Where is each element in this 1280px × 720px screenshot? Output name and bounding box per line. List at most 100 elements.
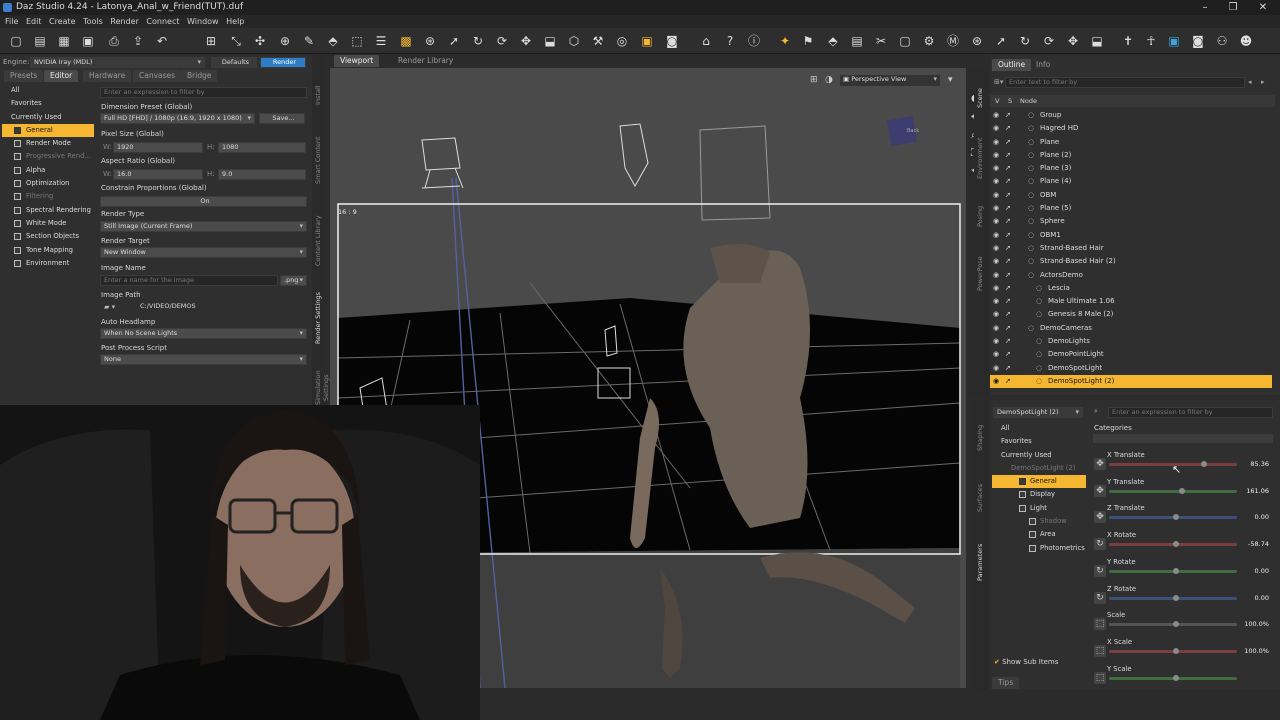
tab-hardware[interactable]: Hardware	[83, 70, 132, 82]
visibility-eye-icon[interactable]: ◉	[993, 348, 999, 361]
home-icon[interactable]: ⌂	[698, 33, 714, 49]
slider-knob[interactable]	[1173, 621, 1179, 628]
aspect-w-field[interactable]: 16.0	[113, 169, 203, 180]
category-environment[interactable]: Environment	[2, 257, 94, 270]
active-pose-icon[interactable]: ✦	[777, 33, 793, 49]
param-value[interactable]: 0.00	[1255, 513, 1269, 521]
category-white-mode[interactable]: White Mode	[2, 217, 94, 230]
tool-d-icon[interactable]: ✂	[873, 33, 889, 49]
param-tree-node[interactable]: DemoSpotLight (2)	[992, 462, 1086, 475]
view-cube-label[interactable]: Back	[907, 128, 919, 134]
side-tab-parameters[interactable]: Parameters	[976, 535, 987, 590]
param-value[interactable]: 0.00	[1255, 594, 1269, 602]
whats-this-icon[interactable]: ?	[722, 33, 738, 49]
visibility-eye-icon[interactable]: ◉	[993, 295, 999, 308]
visibility-eye-icon[interactable]: ◉	[993, 215, 999, 228]
scene-node[interactable]: ◉ ➚ ◌ DemoCameras	[990, 322, 1272, 335]
side-tab-shaping[interactable]: Shaping	[976, 418, 987, 458]
menu-file[interactable]: File	[5, 15, 18, 28]
tool-n-icon[interactable]: ◙	[1190, 33, 1206, 49]
param-filter-input[interactable]: Enter an expression to filter by	[1108, 407, 1273, 418]
tab-render-library[interactable]: Render Library	[392, 55, 459, 67]
side-tab-smart-content[interactable]: Smart Content	[314, 125, 325, 195]
auto-headlamp-select[interactable]: When No Scene Lights	[100, 328, 307, 339]
scale-icon[interactable]: ⬓	[542, 33, 558, 49]
image-name-input[interactable]: Enter a name for the image	[100, 275, 278, 286]
save-as-icon[interactable]: ⎙	[106, 33, 122, 49]
selectable-arrow-icon[interactable]: ➚	[1005, 375, 1011, 388]
tool-l-icon[interactable]: ✥	[1065, 33, 1081, 49]
selectable-arrow-icon[interactable]: ➚	[1005, 335, 1011, 348]
tool-p-icon[interactable]: ☻	[1238, 33, 1254, 49]
category-alpha[interactable]: Alpha	[2, 164, 94, 177]
camera-icon[interactable]: ◙	[664, 33, 680, 49]
selectable-arrow-icon[interactable]: ➚	[1005, 308, 1011, 321]
side-tab-posing[interactable]: Posing	[976, 196, 987, 236]
category-section-objects[interactable]: Section Objects	[2, 230, 94, 243]
selectable-arrow-icon[interactable]: ➚	[1005, 162, 1011, 175]
scene-node[interactable]: ◉ ➚ ◌ DemoSpotLight (2)	[990, 374, 1272, 389]
selectable-arrow-icon[interactable]: ➚	[1005, 362, 1011, 375]
scene-node[interactable]: ◉ ➚ ◌ Strand-Based Hair	[990, 242, 1272, 255]
image-ext-select[interactable]: .png	[280, 275, 307, 286]
tab-canvases[interactable]: Canvases	[133, 70, 182, 82]
surface-icon[interactable]: ⚒	[590, 33, 606, 49]
param-filter-icon[interactable]: ⌕	[1094, 407, 1098, 416]
slider-knob[interactable]	[1173, 541, 1179, 548]
rigging-icon[interactable]: ⬚	[349, 33, 365, 49]
scene-node[interactable]: ◉ ➚ ◌ Group	[990, 109, 1272, 122]
visibility-eye-icon[interactable]: ◉	[993, 242, 999, 255]
aspect-h-field[interactable]: 9.0	[218, 169, 306, 180]
tab-presets[interactable]: Presets	[4, 70, 44, 82]
save-icon[interactable]: ▣	[80, 33, 96, 49]
render-filter-input[interactable]: Enter an expression to filter by	[100, 87, 307, 98]
side-tab-install[interactable]: Install	[314, 75, 325, 115]
twist-icon[interactable]: ⟳	[494, 33, 510, 49]
camera-select[interactable]: ▣ Perspective View	[840, 75, 940, 86]
category-render-mode[interactable]: Render Mode	[2, 137, 94, 150]
menu-tools[interactable]: Tools	[83, 15, 103, 28]
selectable-arrow-icon[interactable]: ➚	[1005, 348, 1011, 361]
param-tree-all[interactable]: All	[992, 422, 1086, 435]
draw-style-icon[interactable]: ◑	[825, 75, 833, 85]
tool-o-icon[interactable]: ⚇	[1214, 33, 1230, 49]
transform-icon[interactable]: ⤡	[228, 33, 244, 49]
side-tab-render-settings[interactable]: Render Settings	[314, 283, 325, 353]
visibility-eye-icon[interactable]: ◉	[993, 109, 999, 122]
figure-icon[interactable]: ✝	[1120, 33, 1136, 49]
new-scene-icon[interactable]: ▢	[8, 33, 24, 49]
slider-knob[interactable]	[1173, 514, 1179, 521]
joint-editor-icon[interactable]: ✣	[252, 33, 268, 49]
menu-window[interactable]: Window	[187, 15, 219, 28]
visibility-eye-icon[interactable]: ◉	[993, 282, 999, 295]
filter-options-icon[interactable]: ⊞▾	[994, 78, 1003, 86]
scene-node[interactable]: ◉ ➚ ◌ Male Ultimate 1.06	[990, 295, 1272, 308]
visibility-eye-icon[interactable]: ◉	[993, 136, 999, 149]
scene-node[interactable]: ◉ ➚ ◌ ActorsDemo	[990, 269, 1272, 282]
param-value[interactable]: 161.06	[1246, 487, 1269, 495]
tool-g-icon[interactable]: Ⓜ	[945, 33, 961, 49]
header-visible[interactable]: V	[995, 95, 999, 107]
slider-knob[interactable]	[1173, 567, 1179, 574]
visibility-eye-icon[interactable]: ◉	[993, 149, 999, 162]
menu-create[interactable]: Create	[49, 15, 76, 28]
maximize-button[interactable]: ❐	[1218, 0, 1248, 15]
visibility-eye-icon[interactable]: ◉	[993, 362, 999, 375]
selectable-arrow-icon[interactable]: ➚	[1005, 295, 1011, 308]
tool-j-icon[interactable]: ↻	[1017, 33, 1033, 49]
height-field[interactable]: 1080	[218, 142, 306, 153]
scene-node[interactable]: ◉ ➚ ◌ DemoSpotLight	[990, 362, 1272, 375]
param-tree-general[interactable]: General	[992, 475, 1086, 489]
visibility-eye-icon[interactable]: ◉	[993, 189, 999, 202]
param-tree-shadow[interactable]: Shadow	[992, 515, 1086, 528]
param-tree-display[interactable]: Display	[992, 488, 1086, 501]
help-icon[interactable]: ⓘ	[746, 33, 762, 49]
category-tone-mapping[interactable]: Tone Mapping	[2, 244, 94, 257]
selectable-arrow-icon[interactable]: ➚	[1005, 109, 1011, 122]
node-select[interactable]: DemoSpotLight (2)	[993, 407, 1083, 418]
selectable-arrow-icon[interactable]: ➚	[1005, 282, 1011, 295]
slider-knob[interactable]	[1173, 674, 1179, 681]
category-general[interactable]: General	[2, 123, 94, 138]
menu-connect[interactable]: Connect	[146, 15, 179, 28]
tool-k-icon[interactable]: ⟳	[1041, 33, 1057, 49]
